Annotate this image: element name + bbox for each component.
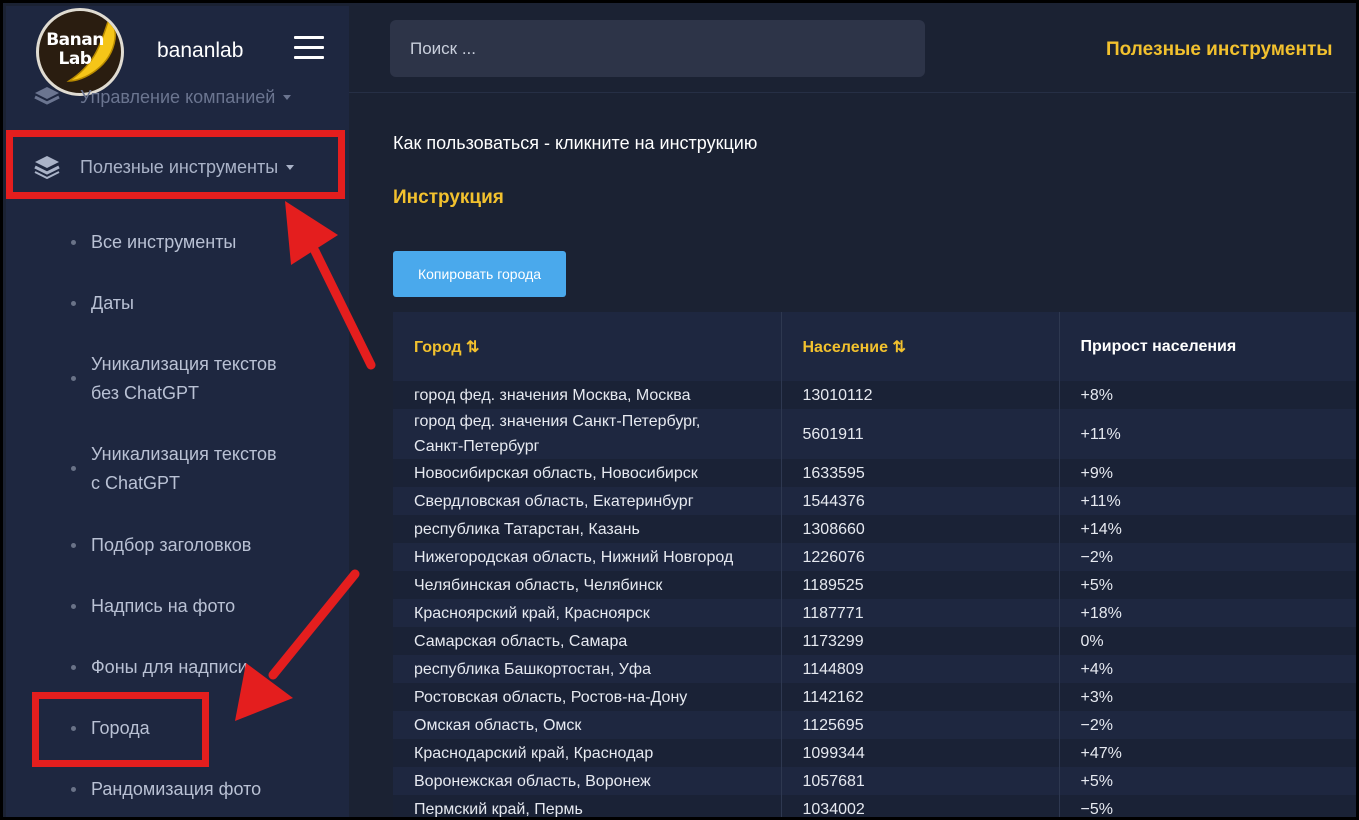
copy-cities-button[interactable]: Копировать города bbox=[393, 251, 566, 297]
population-cell: 5601911 bbox=[781, 409, 1060, 459]
city-cell: Челябинская область, Челябинск bbox=[393, 571, 782, 599]
table-row: Челябинская область, Челябинск 1189525 +… bbox=[393, 571, 1356, 599]
growth-cell: +18% bbox=[1080, 604, 1122, 622]
growth-cell: +9% bbox=[1080, 464, 1113, 482]
growth-cell: 0% bbox=[1080, 632, 1104, 650]
city-cell: город фед. значения Санкт-Петербург, Сан… bbox=[393, 409, 782, 459]
population-cell: 1308660 bbox=[781, 515, 1060, 543]
growth-cell: −2% bbox=[1080, 716, 1113, 734]
growth-cell: +8% bbox=[1080, 386, 1113, 404]
growth-cell: +14% bbox=[1080, 520, 1122, 538]
growth-cell: +47% bbox=[1080, 744, 1122, 762]
city-cell: город фед. значения Москва, Москва bbox=[393, 381, 782, 409]
app-window: Banan Lab bananlab Управление компанией … bbox=[0, 0, 1359, 820]
city-cell: Пермский край, Пермь bbox=[393, 795, 782, 817]
growth-cell: +4% bbox=[1080, 660, 1113, 678]
cities-table: Город ⇅ Население ⇅ Прирост населения го… bbox=[393, 312, 1356, 818]
growth-cell: +5% bbox=[1080, 576, 1113, 594]
brand-name: bananlab bbox=[157, 39, 244, 62]
table-row: Самарская область, Самара 1173299 0% bbox=[393, 627, 1356, 655]
instruction-link[interactable]: Инструкция bbox=[393, 187, 504, 209]
table-row: Новосибирская область, Новосибирск 16335… bbox=[393, 459, 1356, 487]
table-row: Краснодарский край, Краснодар 1099344 +4… bbox=[393, 739, 1356, 767]
city-cell: Ростовская область, Ростов-на-Дону bbox=[393, 683, 782, 711]
growth-cell: +3% bbox=[1080, 688, 1113, 706]
highlight-box-tools bbox=[6, 130, 345, 199]
population-cell: 1057681 bbox=[781, 767, 1060, 795]
city-cell: Воронежская область, Воронеж bbox=[393, 767, 782, 795]
population-cell: 1099344 bbox=[781, 739, 1060, 767]
table-row: Ростовская область, Ростов-на-Дону 11421… bbox=[393, 683, 1356, 711]
table-row: город фед. значения Санкт-Петербург, Сан… bbox=[393, 409, 1356, 459]
logo-text: Banan Lab bbox=[46, 30, 104, 69]
population-cell: 1173299 bbox=[781, 627, 1060, 655]
table-row: Пермский край, Пермь 1034002 −5% bbox=[393, 795, 1356, 818]
population-cell: 1144809 bbox=[781, 655, 1060, 683]
table-row: город фед. значения Москва, Москва 13010… bbox=[393, 381, 1356, 409]
city-cell: Нижегородская область, Нижний Новгород bbox=[393, 543, 782, 571]
topbar: Полезные инструменты bbox=[349, 6, 1356, 93]
city-cell: Самарская область, Самара bbox=[393, 627, 782, 655]
population-cell: 1142162 bbox=[781, 683, 1060, 711]
growth-cell: −5% bbox=[1080, 800, 1113, 818]
table-row: республика Башкортостан, Уфа 1144809 +4% bbox=[393, 655, 1356, 683]
search-input[interactable] bbox=[390, 20, 925, 77]
column-header-population[interactable]: Население ⇅ bbox=[781, 312, 1060, 381]
population-cell: 1125695 bbox=[781, 711, 1060, 739]
table-row: Нижегородская область, Нижний Новгород 1… bbox=[393, 543, 1356, 571]
howto-text: Как пользоваться - кликните на инструкци… bbox=[393, 133, 758, 153]
column-header-city[interactable]: Город ⇅ bbox=[393, 312, 782, 381]
column-header-growth: Прирост населения bbox=[1080, 337, 1237, 355]
growth-cell: +11% bbox=[1080, 425, 1121, 443]
city-cell: Омская область, Омск bbox=[393, 711, 782, 739]
caret-down-icon bbox=[283, 95, 292, 101]
city-cell: Красноярский край, Красноярск bbox=[393, 599, 782, 627]
main-content: Как пользоваться - кликните на инструкци… bbox=[349, 93, 1356, 818]
population-cell: 1034002 bbox=[781, 795, 1060, 817]
table-row: республика Татарстан, Казань 1308660 +14… bbox=[393, 515, 1356, 543]
page-title: Полезные инструменты bbox=[1106, 39, 1333, 60]
growth-cell: −2% bbox=[1080, 548, 1113, 566]
table-header-row: Город ⇅ Население ⇅ Прирост населения bbox=[393, 312, 1356, 381]
table-row: Красноярский край, Красноярск 1187771 +1… bbox=[393, 599, 1356, 627]
population-cell: 1226076 bbox=[781, 543, 1060, 571]
city-cell: Свердловская область, Екатеринбург bbox=[393, 487, 782, 515]
city-cell: Краснодарский край, Краснодар bbox=[393, 739, 782, 767]
layers-icon bbox=[34, 87, 60, 105]
population-cell: 13010112 bbox=[781, 381, 1060, 409]
growth-cell: +5% bbox=[1080, 772, 1113, 790]
population-cell: 1544376 bbox=[781, 487, 1060, 515]
bananlab-logo[interactable]: Banan Lab bbox=[36, 8, 124, 96]
city-cell: Новосибирская область, Новосибирск bbox=[393, 459, 782, 487]
population-cell: 1189525 bbox=[781, 571, 1060, 599]
sidebar-item-company[interactable]: Управление компанией bbox=[34, 86, 292, 108]
menu-toggle-icon[interactable] bbox=[294, 36, 324, 60]
city-cell: республика Башкортостан, Уфа bbox=[393, 655, 782, 683]
population-cell: 1633595 bbox=[781, 459, 1060, 487]
table-row: Воронежская область, Воронеж 1057681 +5% bbox=[393, 767, 1356, 795]
population-cell: 1187771 bbox=[781, 599, 1060, 627]
table-row: Свердловская область, Екатеринбург 15443… bbox=[393, 487, 1356, 515]
growth-cell: +11% bbox=[1080, 492, 1121, 510]
table-row: Омская область, Омск 1125695 −2% bbox=[393, 711, 1356, 739]
city-cell: республика Татарстан, Казань bbox=[393, 515, 782, 543]
highlight-box-cities bbox=[32, 692, 209, 767]
